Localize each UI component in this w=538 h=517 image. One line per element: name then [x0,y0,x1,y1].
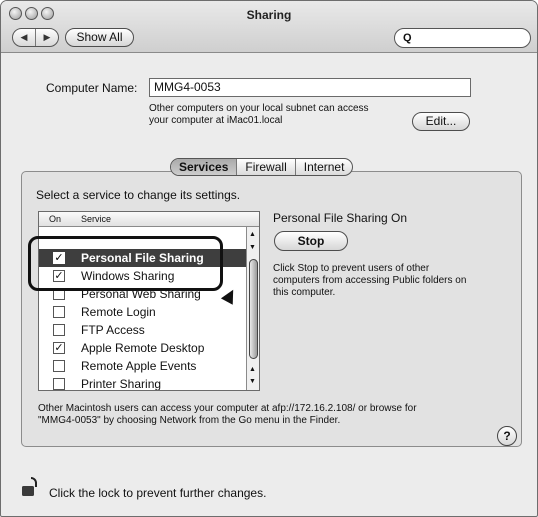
tab-internet[interactable]: Internet [294,159,353,175]
services-instruction: Select a service to change its settings. [36,188,241,202]
show-all-button[interactable]: Show All [65,28,134,47]
scroll-up-icon[interactable]: ▲ [249,231,256,238]
service-name: Remote Login [81,305,156,319]
service-checkbox[interactable] [53,360,65,372]
service-row[interactable]: FTP Access [39,321,247,339]
list-header: On Service [39,212,259,227]
status-desc-line2: computers from accessing Public folders … [273,275,467,286]
footer-info-line2: "MMG4-0053" by choosing Network from the… [38,415,341,426]
sharing-window: Sharing ◀ ▶ Show All Q Computer Name: MM… [0,0,538,517]
service-checkbox[interactable] [53,378,65,390]
help-button[interactable]: ? [497,426,517,446]
computer-name-label: Computer Name: [46,81,138,95]
service-name: Remote Apple Events [81,359,197,373]
edit-button[interactable]: Edit... [412,112,470,131]
lock-icon[interactable] [21,476,41,498]
search-input[interactable]: Q [394,28,531,48]
service-name: Apple Remote Desktop [81,341,205,355]
scroll-down-icon[interactable]: ▼ [249,244,256,251]
service-checkbox[interactable]: ✓ [53,342,65,354]
back-forward-control: ◀ ▶ [12,28,59,47]
service-row[interactable]: Printer Sharing [39,375,247,391]
magnifier-icon: Q [403,32,412,44]
window-title: Sharing [246,8,292,22]
tab-firewall[interactable]: Firewall [236,159,294,175]
service-row[interactable]: Remote Login [39,303,247,321]
stop-button[interactable]: Stop [274,231,348,251]
subnet-info-line2: your computer at iMac01.local [149,115,283,126]
tab-bar: Services Firewall Internet [170,158,354,176]
service-checkbox[interactable] [53,306,65,318]
callout-highlight [28,236,223,291]
service-row[interactable]: Remote Apple Events [39,357,247,375]
status-title: Personal File Sharing On [273,211,408,225]
scroll-down-icon[interactable]: ▼ [249,378,256,385]
forward-icon[interactable]: ▶ [36,29,58,46]
status-desc-line1: Click Stop to prevent users of other [273,263,430,274]
column-on[interactable]: On [49,214,61,224]
service-checkbox[interactable] [53,324,65,336]
service-name: FTP Access [81,323,145,337]
scrollbar[interactable]: ▲ ▼ ▲ ▼ [246,227,259,390]
titlebar: Sharing ◀ ▶ Show All Q [1,1,537,53]
tab-services[interactable]: Services [171,159,237,175]
computer-name-field[interactable]: MMG4-0053 [149,78,471,97]
scroll-up-icon[interactable]: ▲ [249,366,256,373]
column-service[interactable]: Service [81,214,111,224]
subnet-info-line1: Other computers on your local subnet can… [149,103,369,114]
service-row[interactable]: ✓ Apple Remote Desktop [39,339,247,357]
footer-info-line1: Other Macintosh users can access your co… [38,403,417,414]
status-desc-line3: this computer. [273,287,336,298]
scroll-thumb[interactable] [249,259,258,359]
lock-message: Click the lock to prevent further change… [49,486,267,500]
back-icon[interactable]: ◀ [13,29,36,46]
service-name: Printer Sharing [81,377,162,391]
